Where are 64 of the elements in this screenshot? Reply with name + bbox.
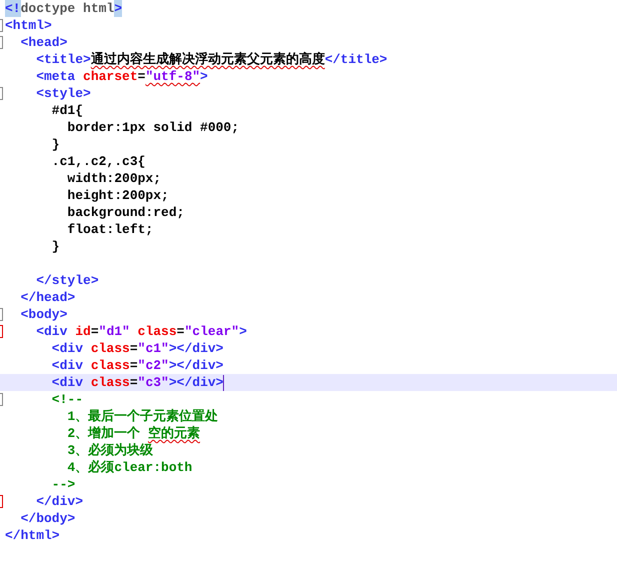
- code-token: 1、最后一个子元素位置处: [66, 408, 218, 425]
- code-token: <div: [50, 340, 84, 357]
- code-token: >: [114, 0, 122, 17]
- code-token: =: [176, 323, 184, 340]
- code-token: -->: [50, 476, 76, 493]
- code-token: =: [138, 68, 146, 85]
- code-token: >: [239, 323, 247, 340]
- code-token: "clear": [184, 323, 240, 340]
- code-token: <!: [5, 0, 21, 17]
- code-token: <body>: [20, 306, 68, 323]
- code-token: </style>: [35, 272, 99, 289]
- code-token: class: [90, 374, 130, 391]
- fold-marker[interactable]: [0, 87, 3, 100]
- fold-marker[interactable]: [0, 393, 3, 406]
- code-token: >: [200, 68, 208, 85]
- code-token: "c3": [138, 374, 169, 391]
- code-token: float:left;: [66, 221, 154, 238]
- code-token: 通过内容生成解决浮动元素父元素的高度: [90, 51, 325, 68]
- code-token: "c1": [138, 340, 169, 357]
- code-token: <meta: [35, 68, 76, 85]
- code-token: "d1": [98, 323, 131, 340]
- code-token: 空的元素: [148, 425, 200, 442]
- code-token: </html>: [5, 527, 60, 544]
- code-token: <head>: [20, 34, 68, 51]
- fold-marker[interactable]: [0, 19, 3, 32]
- code-token: </title>: [324, 52, 388, 68]
- fold-marker[interactable]: [0, 36, 3, 49]
- code-token: class: [138, 323, 177, 340]
- code-token: class: [90, 340, 130, 357]
- code-token: <div: [35, 323, 68, 340]
- code-token: .c1,.c2,.c3{: [50, 153, 146, 170]
- code-token: <div: [50, 374, 84, 391]
- code-token: <style>: [35, 85, 91, 102]
- code-token: <!--: [50, 391, 84, 408]
- code-token: =: [130, 357, 138, 374]
- code-token: "c2": [138, 357, 169, 374]
- code-token: border:1px solid #000;: [66, 119, 240, 136]
- code-token: "utf-8": [145, 68, 200, 85]
- code-token: width:200px;: [66, 170, 162, 187]
- fold-marker[interactable]: [0, 308, 3, 321]
- code-token: =: [90, 323, 99, 340]
- code-token: 2、增加一个: [66, 425, 142, 442]
- code-token: 3、必须为块级: [66, 442, 154, 459]
- code-token: ></div>: [168, 340, 224, 357]
- code-token: </div>: [35, 493, 84, 510]
- code-token: background:red;: [66, 204, 184, 221]
- code-token: =: [130, 374, 138, 391]
- code-token: ></div>: [168, 357, 224, 374]
- code-token: doctype html: [20, 0, 114, 17]
- code-token: #d1{: [50, 102, 84, 119]
- code-token: class: [90, 357, 130, 374]
- code-token: height:200px;: [66, 187, 169, 204]
- code-token: <div: [50, 357, 84, 374]
- code-token: <html>: [5, 17, 52, 34]
- code-token: =: [130, 340, 138, 357]
- code-token: }: [50, 238, 60, 255]
- code-token: 4、必须clear:both: [66, 459, 192, 476]
- code-token: <title>: [35, 51, 91, 68]
- code-token: ></div>: [168, 374, 224, 391]
- code-token: </body>: [20, 510, 76, 527]
- code-token: id: [75, 323, 91, 340]
- code-token: }: [50, 136, 60, 153]
- code-token: charset: [83, 68, 138, 85]
- code-token: </head>: [20, 289, 76, 306]
